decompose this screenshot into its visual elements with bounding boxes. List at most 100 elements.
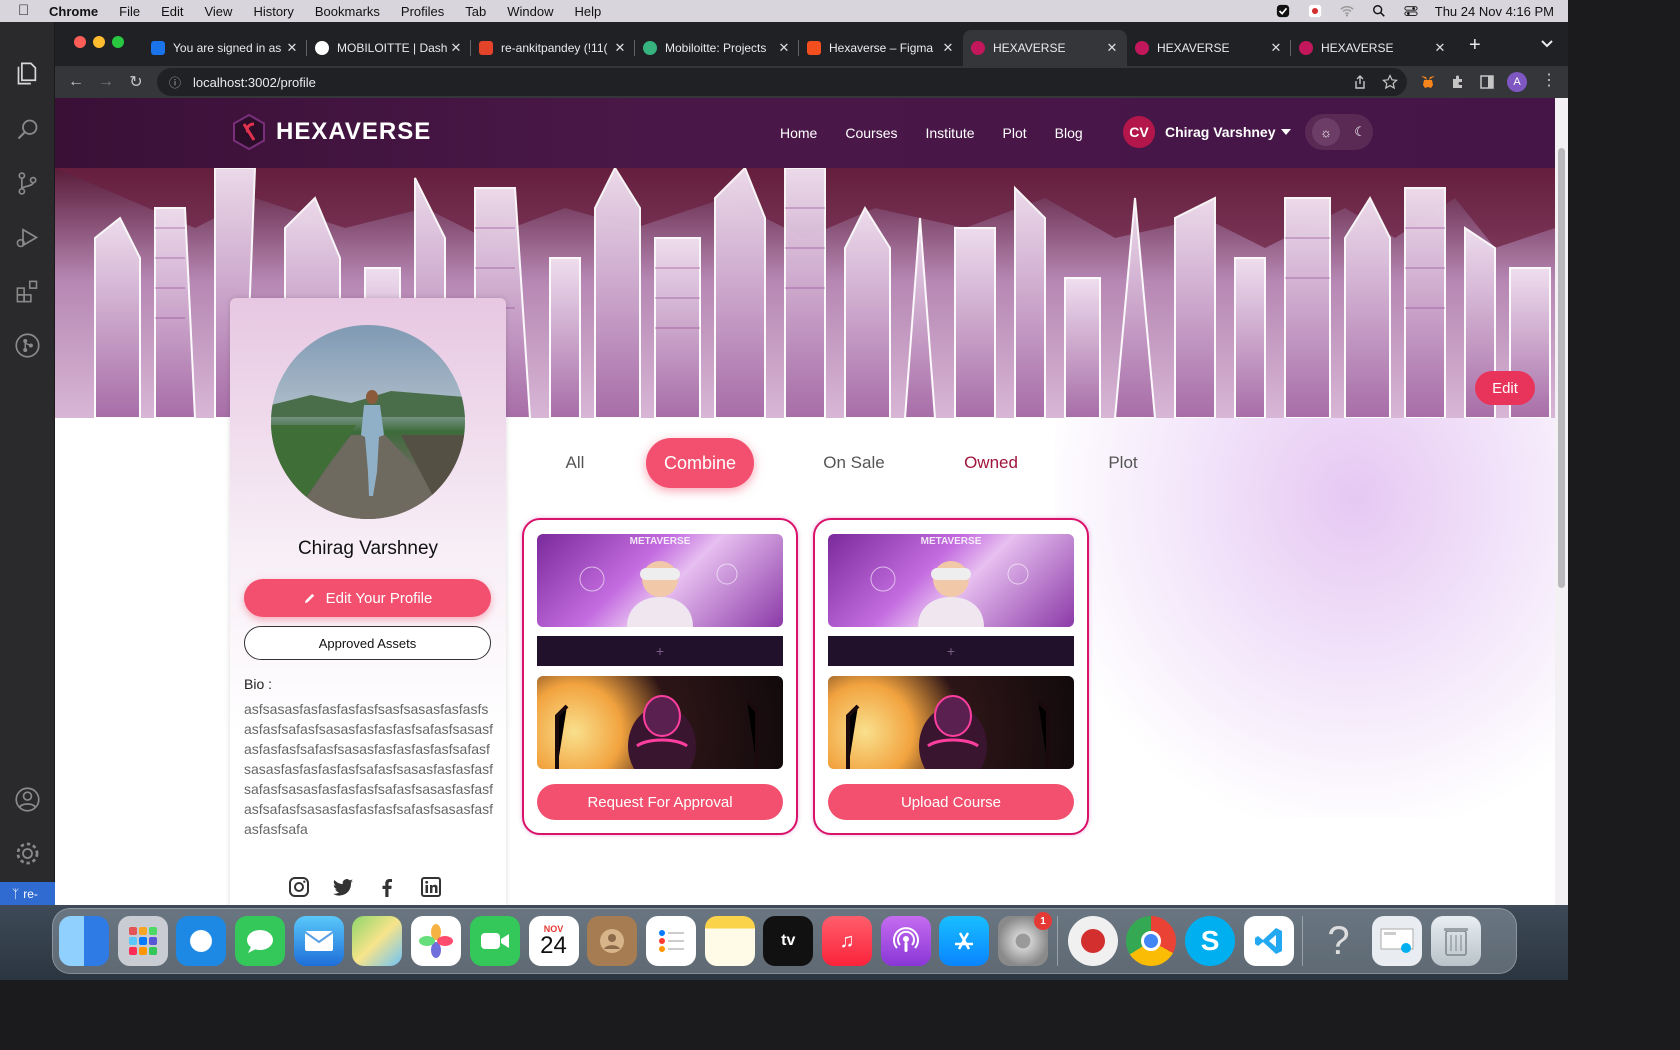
help-question-icon[interactable]: ? [1313,916,1363,966]
browser-tab[interactable]: HEXAVERSE ✕ [1127,30,1291,66]
extensions-puzzle-icon[interactable] [1450,74,1466,90]
user-menu[interactable]: CV Chirag Varshney [1123,116,1292,148]
google-chrome-icon[interactable] [1126,916,1177,966]
source-control-icon[interactable] [14,170,41,197]
explorer-files-icon[interactable] [14,60,41,87]
close-tab-icon[interactable]: ✕ [941,40,955,56]
site-info-icon[interactable]: ⓘ [169,74,181,91]
app-store-icon[interactable] [939,916,990,966]
close-tab-icon[interactable]: ✕ [777,40,791,56]
browser-tab[interactable]: Hexaverse – Figma ✕ [799,30,963,66]
close-window-button[interactable] [74,36,86,48]
browser-tab[interactable]: re-ankitpandey (!11(✕ [471,30,635,66]
menu-bookmarks[interactable]: Bookmarks [315,4,380,19]
tab-owned[interactable]: Owned [941,438,1041,488]
wifi-icon[interactable] [1339,4,1355,18]
apple-tv-icon[interactable]: tv [763,916,814,966]
tab-on-sale[interactable]: On Sale [804,438,904,488]
edit-profile-button[interactable]: Edit Your Profile [244,579,491,617]
nav-institute[interactable]: Institute [926,125,975,141]
minimize-window-button[interactable] [93,36,105,48]
instagram-icon[interactable] [288,876,310,898]
music-icon[interactable]: ♫ [821,916,872,966]
facebook-icon[interactable] [376,876,398,898]
browser-tab[interactable]: HEXAVERSE ✕ [1291,30,1455,66]
menu-window[interactable]: Window [507,4,553,19]
messages-icon[interactable] [235,916,286,966]
metamask-extension-icon[interactable] [1420,74,1436,90]
launchpad-icon[interactable] [117,916,168,966]
browser-tab[interactable]: You are signed in as ✕ [143,30,307,66]
zoom-window-button[interactable] [112,36,124,48]
vscode-branch-status[interactable]: ᛉ re- [0,882,55,905]
reload-icon[interactable]: ↻ [121,72,151,92]
menu-profiles[interactable]: Profiles [401,4,444,19]
url-text[interactable]: localhost:3002/profile [193,75,316,90]
control-center-icon[interactable] [1403,4,1419,18]
settings-gear-icon[interactable] [14,840,41,867]
sun-icon[interactable]: ☼ [1312,118,1341,146]
page-scrollbar[interactable] [1555,98,1568,905]
tab-all[interactable]: All [525,438,625,488]
add-asset-slot[interactable]: + [828,636,1074,666]
podcasts-icon[interactable] [880,916,931,966]
vscode-app-icon[interactable] [1243,916,1294,966]
notes-icon[interactable] [704,916,755,966]
maps-icon[interactable] [352,916,403,966]
scrollbar-thumb[interactable] [1558,148,1565,588]
close-tab-icon[interactable]: ✕ [449,40,463,56]
system-preferences-icon[interactable]: 1 [998,912,1052,966]
edit-cover-button[interactable]: Edit [1475,371,1535,405]
menu-edit[interactable]: Edit [161,4,183,19]
run-debug-icon[interactable] [14,224,41,251]
menu-tab[interactable]: Tab [465,4,486,19]
theme-toggle[interactable]: ☼ ☾ [1305,114,1373,150]
facetime-icon[interactable] [469,916,520,966]
bookmark-star-icon[interactable] [1382,74,1398,90]
share-icon[interactable] [1352,74,1368,90]
record-indicator-icon[interactable] [1307,4,1323,18]
forward-arrow-icon[interactable]: → [91,73,121,91]
mail-icon[interactable] [293,916,344,966]
upload-course-button[interactable]: Upload Course [828,784,1074,820]
close-tab-icon[interactable]: ✕ [285,40,299,56]
browser-tab-active[interactable]: HEXAVERSE ✕ [963,30,1127,66]
url-omnibox[interactable]: ⓘ localhost:3002/profile [157,68,1407,96]
chrome-menu-kebab-icon[interactable]: ⋮ [1541,70,1557,90]
reminders-icon[interactable] [645,916,696,966]
close-tab-icon[interactable]: ✕ [1269,40,1283,56]
search-icon[interactable] [14,116,41,143]
menubar-datetime[interactable]: Thu 24 Nov 4:16 PM [1435,4,1554,19]
tab-combine[interactable]: Combine [646,438,754,488]
side-panel-icon[interactable] [1479,74,1495,90]
moon-icon[interactable]: ☾ [1354,124,1366,140]
spotlight-search-icon[interactable] [1371,4,1387,18]
trash-icon[interactable] [1430,916,1481,966]
menu-app-name[interactable]: Chrome [49,4,98,19]
profile-avatar[interactable]: A [1507,72,1527,92]
photos-icon[interactable] [411,916,462,966]
tab-plot[interactable]: Plot [1073,438,1173,488]
nav-courses[interactable]: Courses [845,125,897,141]
skype-icon[interactable]: S [1185,916,1236,966]
calendar-icon[interactable]: NOV 24 [528,916,579,966]
accounts-icon[interactable] [14,786,41,813]
contacts-icon[interactable] [587,916,638,966]
finder-icon[interactable] [59,916,109,966]
linkedin-icon[interactable] [420,876,442,898]
close-tab-icon[interactable]: ✕ [1105,40,1119,56]
menu-file[interactable]: File [119,4,140,19]
menu-history[interactable]: History [253,4,293,19]
request-approval-button[interactable]: Request For Approval [537,784,783,820]
new-tab-icon[interactable]: + [1469,34,1481,66]
apple-icon[interactable]:  [18,3,32,18]
browser-tab[interactable]: MOBILOITTE | Dash ✕ [307,30,471,66]
menu-view[interactable]: View [204,4,232,19]
screen-record-icon[interactable] [1067,916,1118,966]
nav-blog[interactable]: Blog [1055,125,1083,141]
close-tab-icon[interactable]: ✕ [1433,40,1447,56]
tab-search-chevron-icon[interactable] [1540,36,1554,50]
gitlens-icon[interactable] [14,332,41,359]
hexaverse-logo[interactable]: HEXAVERSE [230,113,431,151]
add-asset-slot[interactable]: + [537,636,783,666]
